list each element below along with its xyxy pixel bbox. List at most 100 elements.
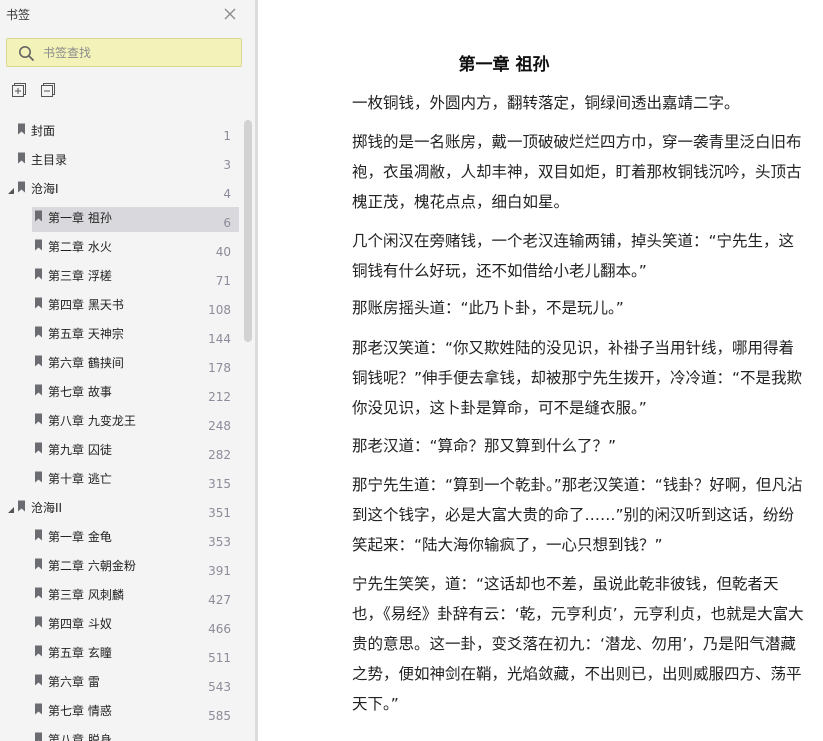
- bookmark-icon: [35, 558, 42, 570]
- bookmark-page-number: 3: [223, 158, 231, 172]
- bookmark-label: 第三章 风刺麟: [48, 588, 124, 602]
- bookmark-item[interactable]: 第三章 风刺麟 427: [0, 580, 239, 609]
- bookmark-label: 第八章 脱身: [48, 733, 112, 741]
- bookmark-item[interactable]: 第九章 囚徒 282: [0, 435, 239, 464]
- bookmark-label: 第一章 祖孙: [48, 211, 112, 225]
- bookmark-icon: [35, 442, 42, 454]
- bookmark-label: 第七章 情惑: [48, 704, 112, 718]
- bookmark-label: 主目录: [31, 153, 68, 167]
- bookmark-icon: [35, 268, 42, 280]
- collapse-all-icon: [41, 83, 55, 97]
- bookmark-label: 封面: [31, 124, 56, 138]
- bookmark-item[interactable]: 第七章 故事 212: [0, 377, 239, 406]
- bookmark-section[interactable]: 主目录 3: [0, 145, 239, 174]
- bookmark-icon: [35, 703, 42, 715]
- caret-down-icon[interactable]: [7, 506, 15, 514]
- bookmark-icon: [35, 645, 42, 657]
- paragraph: 一枚铜钱，外圆内方，翻转落定，铜绿间透出嘉靖二字。: [352, 94, 740, 112]
- bookmark-page-number: 212: [208, 390, 231, 404]
- bookmark-label: 第六章 鶴挟间: [48, 356, 124, 370]
- bookmark-icon: [35, 326, 42, 338]
- paragraph: 那账房摇头道：“此乃卜卦，不是玩儿。”: [352, 299, 624, 317]
- bookmark-section[interactable]: 封面 1: [0, 116, 239, 145]
- bookmark-section[interactable]: 沧海II 351: [0, 493, 239, 522]
- bookmark-icon: [18, 181, 25, 193]
- caret-down-icon[interactable]: [7, 187, 15, 195]
- bookmark-page-number: 466: [208, 622, 231, 636]
- close-panel-button[interactable]: [221, 5, 239, 23]
- bookmark-panel-header: 书签: [0, 0, 255, 30]
- bookmark-item[interactable]: 第四章 斗奴 466: [0, 609, 239, 638]
- bookmark-icon: [35, 384, 42, 396]
- bookmark-label: 第八章 九变龙王: [48, 414, 136, 428]
- bookmark-page-number: 585: [208, 709, 231, 723]
- bookmark-page-number: 40: [215, 245, 231, 259]
- bookmark-page-number: 315: [208, 477, 231, 491]
- bookmark-item[interactable]: 第七章 情惑 585: [0, 696, 239, 725]
- bookmark-item[interactable]: 第五章 天神宗 144: [0, 319, 239, 348]
- bookmark-label: 第五章 玄瞳: [48, 646, 112, 660]
- paragraph: 那宁先生道：“算到一个乾卦。”那老汉笑道：“钱卦？好啊，但凡沾到这个钱字，必是大…: [352, 476, 803, 554]
- bookmark-icon: [35, 471, 42, 483]
- bookmark-page-number: 1: [223, 129, 231, 143]
- bookmark-item[interactable]: 第八章 脱身: [0, 725, 239, 741]
- search-icon: [19, 46, 35, 62]
- bookmark-icon: [18, 500, 25, 512]
- bookmark-label: 沧海II: [31, 501, 63, 515]
- bookmark-item[interactable]: 第八章 九变龙王 248: [0, 406, 239, 435]
- bookmark-label: 第二章 水火: [48, 240, 112, 254]
- bookmark-item[interactable]: 第一章 金龟 353: [0, 522, 239, 551]
- paragraph: 宁先生笑笑，道：“这话却也不差，虽说此乾非彼钱，但乾者天也，《易经》卦辞有云：‘…: [352, 575, 804, 713]
- bookmark-page-number: 511: [208, 651, 231, 665]
- bookmark-label: 第九章 囚徒: [48, 443, 112, 457]
- bookmark-page-number: 353: [208, 535, 231, 549]
- bookmark-label: 第四章 黑天书: [48, 298, 124, 312]
- paragraph: 那老汉道：“算命？那又算到什么了？”: [352, 437, 617, 455]
- bookmark-page-number: 248: [208, 419, 231, 433]
- bookmark-item[interactable]: 第二章 六朝金粉 391: [0, 551, 239, 580]
- bookmark-label: 第一章 金龟: [48, 530, 112, 544]
- bookmark-page-number: 4: [223, 187, 231, 201]
- bookmark-item[interactable]: 第一章 祖孙 6: [0, 203, 239, 232]
- bookmark-search-input[interactable]: [43, 44, 233, 62]
- bookmark-scrollbar[interactable]: [244, 120, 252, 342]
- bookmark-label: 第十章 逃亡: [48, 472, 112, 486]
- paragraph: 几个闲汉在旁赌钱，一个老汉连输两铺，掉头笑道：“宁先生，这铜钱有什么好玩，还不如…: [352, 232, 795, 280]
- bookmark-icon: [35, 587, 42, 599]
- document-view: 第一章 祖孙 一枚铜钱，外圆内方，翻转落定，铜绿间透出嘉靖二字。 掷钱的是一名账…: [258, 0, 823, 741]
- bookmark-label: 第五章 天神宗: [48, 327, 124, 341]
- bookmark-item[interactable]: 第十章 逃亡 315: [0, 464, 239, 493]
- bookmark-icon: [35, 616, 42, 628]
- bookmark-page-number: 108: [208, 303, 231, 317]
- bookmark-icon: [35, 239, 42, 251]
- bookmark-item[interactable]: 第三章 浮槎 71: [0, 261, 239, 290]
- bookmark-icon: [35, 529, 42, 541]
- paragraph: 那老汉笑道：“你又欺姓陆的没见识，补褂子当用针线，哪用得着铜钱呢？”伸手便去拿钱…: [352, 339, 803, 417]
- bookmark-label: 第六章 雷: [48, 675, 100, 689]
- close-icon: [224, 8, 236, 20]
- expand-all-button[interactable]: [11, 82, 27, 98]
- bookmark-section[interactable]: 沧海I 4: [0, 174, 239, 203]
- bookmark-panel: 书签 封面 1 主目录 3 沧海I 4 第一章 祖孙 6 第二章 水火 40 第三章 浮槎 71 第四章…: [0, 0, 255, 741]
- expand-all-icon: [12, 83, 26, 97]
- bookmark-label: 沧海I: [31, 182, 59, 196]
- bookmark-panel-title: 书签: [6, 8, 31, 22]
- bookmark-page-number: 178: [208, 361, 231, 375]
- bookmark-item[interactable]: 第二章 水火 40: [0, 232, 239, 261]
- bookmark-icon: [18, 152, 25, 164]
- bookmark-label: 第二章 六朝金粉: [48, 559, 136, 573]
- bookmark-page-number: 71: [215, 274, 231, 288]
- bookmark-page-number: 6: [223, 216, 231, 230]
- bookmark-icon: [35, 413, 42, 425]
- bookmark-search-box[interactable]: [6, 38, 242, 67]
- bookmark-item[interactable]: 第五章 玄瞳 511: [0, 638, 239, 667]
- bookmark-page-number: 351: [208, 506, 231, 520]
- paragraph: 掷钱的是一名账房，戴一顶破破烂烂四方巾，穿一袭青里泛白旧布袍，衣虽凋敝，人却丰神…: [352, 133, 802, 211]
- bookmark-icon: [18, 123, 25, 135]
- bookmark-item[interactable]: 第六章 鶴挟间 178: [0, 348, 239, 377]
- bookmark-item[interactable]: 第六章 雷 543: [0, 667, 239, 696]
- bookmark-item[interactable]: 第四章 黑天书 108: [0, 290, 239, 319]
- bookmark-label: 第三章 浮槎: [48, 269, 112, 283]
- collapse-all-button[interactable]: [40, 82, 56, 98]
- bookmark-label: 第七章 故事: [48, 385, 112, 399]
